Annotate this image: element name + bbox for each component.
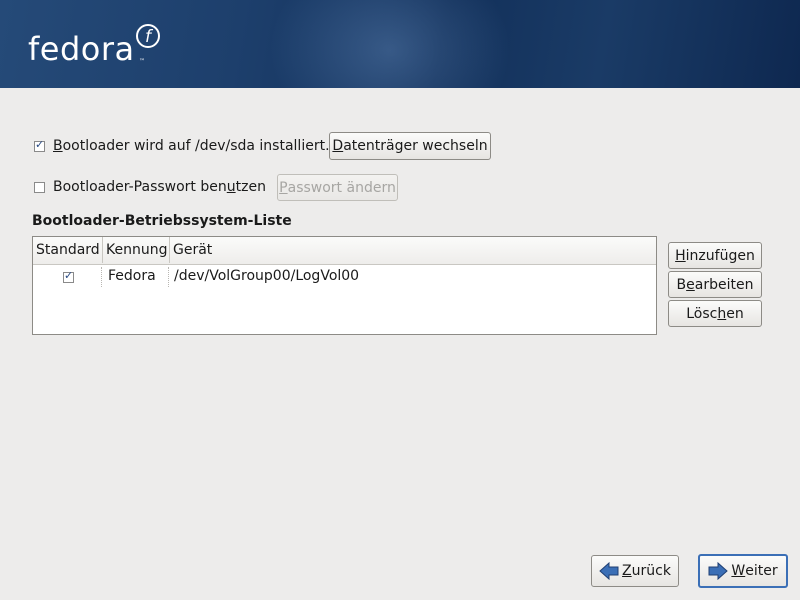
back-label: urück	[631, 563, 671, 579]
column-divider	[168, 267, 169, 287]
back-mnemonic: Z	[622, 563, 632, 579]
password-label-pre: Bootloader-Passwort ben	[53, 179, 227, 195]
edit-os-button[interactable]: Be arbeiten	[668, 271, 762, 298]
fedora-logo-text: fedora	[28, 30, 135, 68]
arrow-left-icon	[599, 562, 619, 580]
table-header: Standard Kennung Gerät	[33, 237, 656, 265]
password-label-post: tzen	[235, 179, 266, 195]
next-label: eiter	[745, 563, 778, 579]
add-os-button[interactable]: Hinzufügen	[668, 242, 762, 269]
trademark-symbol: ™	[139, 58, 145, 65]
column-header-geraet[interactable]: Gerät	[170, 237, 656, 263]
add-mnemonic: H	[675, 247, 686, 264]
delete-os-button[interactable]: Lösc h en	[668, 300, 762, 327]
column-header-kennung[interactable]: Kennung	[103, 237, 170, 263]
change-password-mnemonic: P	[279, 179, 288, 196]
change-device-label: atenträger wechseln	[343, 138, 488, 154]
default-os-checkbox[interactable]	[63, 269, 74, 283]
bootloader-password-checkbox[interactable]	[34, 181, 45, 193]
change-password-label: asswort ändern	[287, 179, 396, 196]
bootloader-password-row: Bootloader-Passwort benutzen	[34, 179, 266, 195]
install-bootloader-row: Bootloader wird auf /dev/sda installiert…	[34, 138, 330, 154]
install-label-mnemonic: B	[53, 138, 63, 154]
delete-mnemonic: h	[717, 305, 727, 322]
column-header-standard[interactable]: Standard	[33, 237, 103, 263]
password-label-mnemonic: u	[226, 179, 236, 195]
fedora-logo-icon: f	[136, 24, 160, 48]
add-label: inzufügen	[685, 247, 755, 264]
arrow-right-icon	[708, 562, 729, 580]
column-divider	[101, 267, 102, 287]
os-label-cell: Fedora	[108, 268, 156, 284]
change-password-button[interactable]: Passwort ändern	[277, 174, 398, 201]
delete-label-pre: Lösc	[686, 305, 718, 322]
edit-mnemonic: e	[686, 276, 695, 293]
os-device-cell: /dev/VolGroup00/LogVol00	[174, 268, 360, 284]
os-list-table: Standard Kennung Gerät Fedora /dev/VolGr…	[32, 236, 657, 335]
next-mnemonic: W	[731, 563, 746, 579]
bootloader-password-label[interactable]: Bootloader-Passwort benutzen	[53, 179, 266, 195]
install-label-text: ootloader wird auf /dev/sda installiert.	[62, 138, 330, 154]
next-button[interactable]: Weiter	[698, 554, 788, 588]
install-bootloader-label[interactable]: Bootloader wird auf /dev/sda installiert…	[53, 138, 330, 154]
os-list-title: Bootloader-Betriebssystem-Liste	[32, 213, 292, 229]
back-button[interactable]: Zurück	[591, 555, 679, 587]
change-device-button[interactable]: Datenträger wechseln	[329, 132, 491, 160]
delete-label-post: en	[726, 305, 744, 322]
fedora-header-banner: fedora f ™	[0, 0, 800, 88]
edit-label-post: arbeiten	[694, 276, 754, 293]
edit-label-pre: B	[676, 276, 687, 293]
install-bootloader-checkbox[interactable]	[34, 138, 45, 152]
header-glow	[260, 0, 520, 88]
change-device-mnemonic: D	[332, 138, 344, 154]
